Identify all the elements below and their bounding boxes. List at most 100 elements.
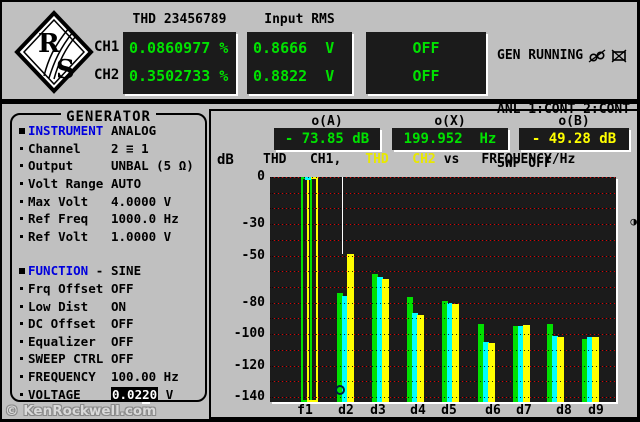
generator-panel: GENERATOR INSTRUMENTANALOGChannel2 ≡ 1Ou…: [10, 113, 207, 402]
param-value[interactable]: 0.0220 V: [111, 387, 173, 402]
param-value: OFF: [111, 351, 134, 366]
gridline-overlay: [270, 240, 616, 241]
item-bullet-icon: [15, 217, 28, 220]
logo-letter-s: S: [56, 55, 75, 85]
param-label: VOLTAGE: [28, 387, 111, 402]
generator-row-sweep-ctrl[interactable]: SWEEP CTRLOFF: [15, 350, 202, 368]
generator-row-ref-freq[interactable]: Ref Freq1000.0 Hz: [15, 210, 202, 228]
param-value: ON: [111, 299, 126, 314]
item-bullet-icon: [15, 147, 28, 150]
param-label: Equalizer: [28, 334, 111, 349]
generator-row-equalizer[interactable]: EqualizerOFF: [15, 333, 202, 351]
item-bullet-icon: [15, 322, 28, 325]
generator-row-ref-volt[interactable]: Ref Volt1.0000 V: [15, 228, 202, 246]
x-tick-label-d9: d9: [579, 403, 613, 418]
input-rms-title: Input RMS: [247, 12, 352, 27]
chart-legend: THD CH1,THD CH2vsFREQUENCY/Hz: [263, 152, 575, 167]
y-tick-label: -120: [215, 358, 265, 373]
item-bullet-icon: [15, 393, 28, 396]
y-tick-label: -50: [215, 248, 265, 263]
param-label: DC Offset: [28, 316, 111, 331]
measurement-chart-panel: o(A)- 73.85 dBo(X)199.952 Hzo(B)- 49.28 …: [209, 109, 639, 419]
item-bullet-icon: [15, 305, 28, 308]
gridline-overlay: [270, 256, 616, 257]
gridline-overlay: [270, 303, 616, 304]
param-value: 1.0000 V: [111, 229, 171, 244]
item-bullet-icon: [15, 235, 28, 238]
x-tick-label-d3: d3: [361, 403, 395, 418]
item-bullet-icon: [15, 182, 28, 185]
bar-thd-ch2-d6: [488, 343, 495, 402]
legend-part: THD CH2: [365, 152, 435, 167]
generator-row-frq-offset[interactable]: Frq OffsetOFF: [15, 280, 202, 298]
y-tick-label: -140: [215, 389, 265, 404]
gridline-overlay: [270, 224, 616, 225]
param-value: OFF: [111, 316, 134, 331]
legend-part: THD CH1,: [263, 152, 341, 167]
param-label: FREQUENCY: [28, 369, 111, 384]
bar-thd-ch2-d4: [417, 315, 424, 402]
generator-row-function[interactable]: FUNCTION -SINE: [15, 262, 202, 280]
item-bullet-icon: [15, 200, 28, 203]
param-value: ANALOG: [111, 123, 156, 138]
generator-row-voltage[interactable]: VOLTAGE0.0220 V: [15, 385, 202, 403]
generator-row-output[interactable]: OutputUNBAL (5 Ω): [15, 157, 202, 175]
param-value: 4.0000 V: [111, 194, 171, 209]
rohde-schwarz-logo: R S: [14, 10, 94, 94]
bar-thd-ch2-d7: [523, 325, 530, 402]
param-label: INSTRUMENT: [28, 123, 111, 138]
gridline-overlay: [270, 208, 616, 209]
section-bullet-icon: [15, 268, 28, 274]
generator-row-instrument[interactable]: INSTRUMENTANALOG: [15, 122, 202, 140]
x-tick-label-d6: d6: [476, 403, 510, 418]
param-label: Low Dist: [28, 299, 111, 314]
audio-analyzer-screen: R S THD 23456789 Input RMS CH1 CH2 0.086…: [0, 0, 640, 422]
param-label: Channel: [28, 141, 111, 156]
generator-row-low-dist[interactable]: Low DistON: [15, 297, 202, 315]
cursor-line[interactable]: [342, 177, 343, 254]
bar-thd-ch2-d2: [347, 254, 354, 402]
thd-ch1-value: 0.0860977 %: [123, 34, 236, 62]
param-value: 2 ≡ 1: [111, 141, 149, 156]
y-tick-label: -80: [215, 295, 265, 310]
bar-thd-ch2-d9: [592, 337, 599, 402]
x-tick-label-d4: d4: [401, 403, 435, 418]
param-label: FUNCTION -: [28, 263, 111, 278]
gridline-overlay: [270, 177, 616, 178]
generator-row-channel[interactable]: Channel2 ≡ 1: [15, 140, 202, 158]
y-axis-unit: dB: [217, 152, 234, 168]
bar-plot: [270, 177, 616, 402]
y-tick-label: -100: [215, 326, 265, 341]
item-bullet-icon: [15, 375, 28, 378]
generator-row-volt-range[interactable]: Volt RangeAUTO: [15, 175, 202, 193]
generator-row-max-volt[interactable]: Max Volt4.0000 V: [15, 192, 202, 210]
param-value: SINE: [111, 263, 141, 278]
item-bullet-icon: [15, 164, 28, 167]
item-bullet-icon: [15, 357, 28, 360]
generator-row-dc-offset[interactable]: DC OffsetOFF: [15, 315, 202, 333]
param-label: SWEEP CTRL: [28, 351, 111, 366]
param-value: 100.00 Hz: [111, 369, 179, 384]
legend-part: FREQUENCY/Hz: [481, 152, 575, 167]
bar-thd-ch2-d3: [382, 279, 389, 402]
readout-value-oA: - 73.85 dB: [274, 128, 380, 150]
param-value: 1000.0 Hz: [111, 211, 179, 226]
x-tick-label-d2: d2: [329, 403, 363, 418]
thd-panel-title: THD 23456789: [123, 12, 236, 27]
generator-row-frequency[interactable]: FREQUENCY100.00 Hz: [15, 368, 202, 386]
gridline-overlay: [270, 350, 616, 351]
readout-value-oX: 199.952 Hz: [392, 128, 508, 150]
y-tick-label: -30: [215, 216, 265, 231]
ch2-label: CH2: [94, 67, 119, 83]
mouse-disabled-icon: [588, 49, 606, 63]
gridline-overlay: [270, 334, 616, 335]
item-bullet-icon: [15, 340, 28, 343]
x-tick-label-d7: d7: [507, 403, 541, 418]
rms-ch2-value: 0.8822 V: [247, 62, 352, 90]
aux-ch2-value: OFF: [366, 62, 486, 90]
param-label: Output: [28, 158, 111, 173]
cursor-marker: [335, 385, 345, 395]
aux-ch1-value: OFF: [366, 34, 486, 62]
param-label: Max Volt: [28, 194, 111, 209]
gen-status: GEN RUNNING: [497, 47, 583, 65]
